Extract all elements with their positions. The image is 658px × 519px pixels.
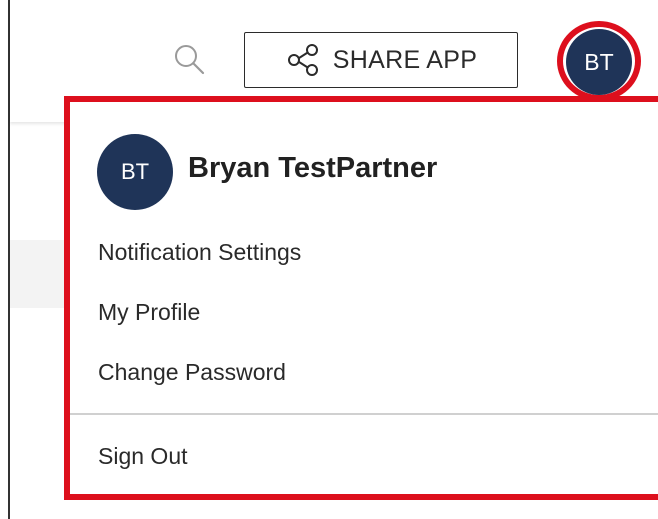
menu-divider [70, 413, 658, 415]
menu-avatar: BT [97, 134, 173, 210]
share-icon [287, 44, 318, 76]
share-app-button[interactable]: SHARE APP [244, 32, 518, 88]
search-icon[interactable] [172, 42, 206, 76]
menu-item-change-password[interactable]: Change Password [98, 359, 286, 386]
user-avatar-button[interactable]: BT [566, 29, 632, 95]
menu-item-my-profile[interactable]: My Profile [98, 299, 200, 326]
menu-item-notification-settings[interactable]: Notification Settings [98, 239, 301, 266]
share-app-label: SHARE APP [332, 45, 478, 74]
menu-item-sign-out[interactable]: Sign Out [98, 443, 188, 470]
user-name: Bryan TestPartner [188, 152, 438, 184]
